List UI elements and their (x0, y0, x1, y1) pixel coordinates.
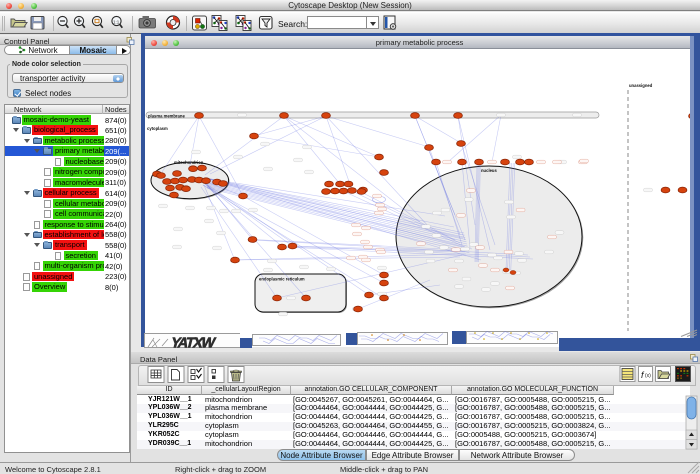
svg-text:mitochondrion: mitochondrion (174, 160, 204, 165)
svg-text:YATXW: YATXW (169, 336, 217, 352)
svg-text:(x): (x) (645, 373, 651, 379)
svg-text:cytoplasm: cytoplasm (147, 126, 168, 131)
svg-text:nucleus: nucleus (481, 168, 497, 173)
svg-text:unassigned: unassigned (629, 83, 653, 88)
svg-text:plasma membrane: plasma membrane (148, 114, 185, 119)
svg-text:1:1: 1:1 (113, 20, 120, 25)
svg-text:endoplasmic reticulum: endoplasmic reticulum (259, 277, 305, 282)
